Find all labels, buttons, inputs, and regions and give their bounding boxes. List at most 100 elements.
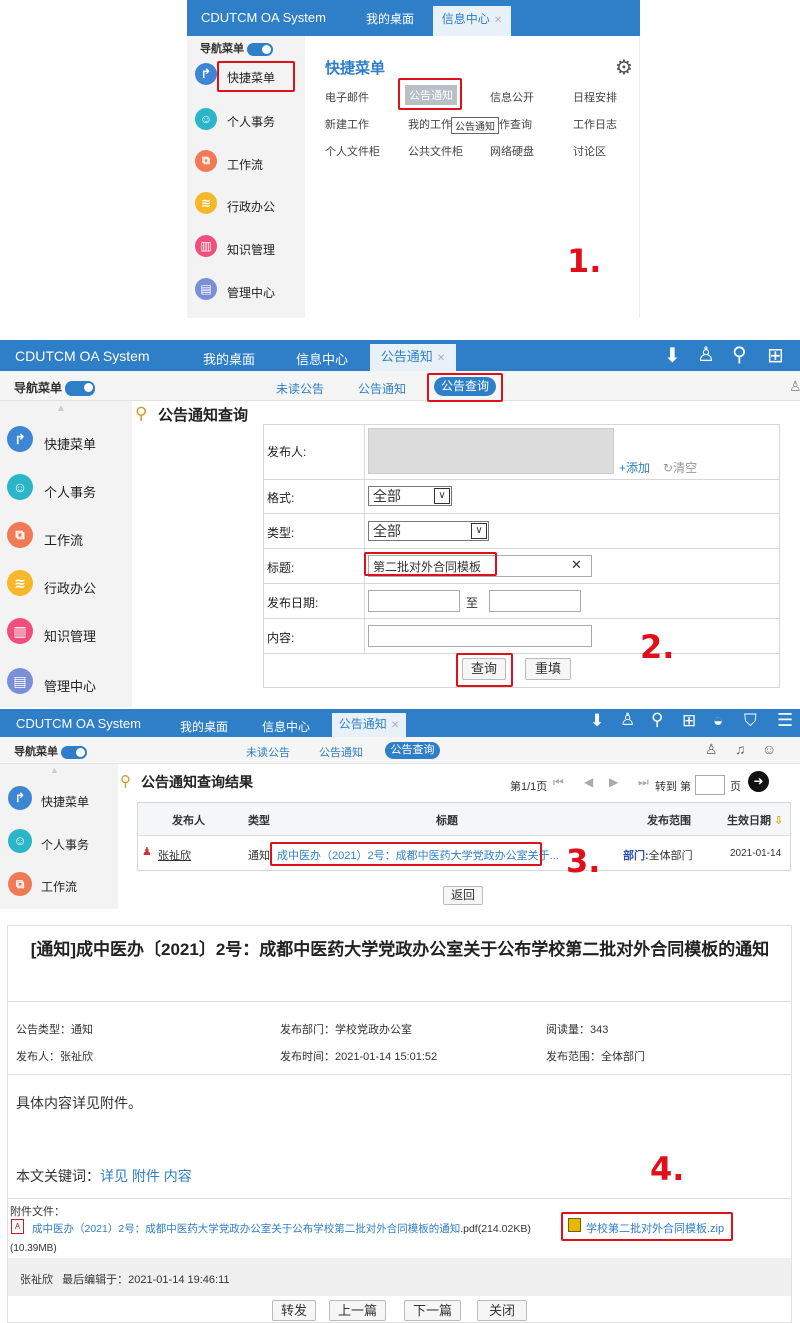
subtab-unread[interactable]: 未读公告 — [246, 744, 290, 760]
sidebar-item-personal[interactable]: 个人事务 — [227, 113, 275, 130]
quick-link[interactable]: 我的工作 — [408, 116, 452, 132]
next-page-icon[interactable]: ▶ — [609, 775, 618, 789]
publisher-box[interactable] — [368, 428, 614, 474]
apps-icon[interactable]: ⊞ — [682, 711, 696, 731]
subtab-query[interactable]: 公告查询 — [385, 742, 440, 759]
divider — [263, 513, 780, 514]
quick-link[interactable]: 信息公开 — [490, 89, 534, 105]
user-icon[interactable]: ♙ — [697, 342, 715, 367]
menu-icon[interactable]: ☰ — [777, 710, 793, 731]
p1-tab-desktop[interactable]: 我的桌面 — [360, 10, 420, 27]
sidebar-item-manage[interactable]: 管理中心 — [44, 676, 96, 695]
content-input[interactable] — [368, 625, 592, 647]
quick-link[interactable]: 讨论区 — [573, 143, 606, 159]
quick-link[interactable]: 日程安排 — [573, 89, 617, 105]
format-select[interactable]: 全部 ∨ — [368, 486, 452, 506]
contacts-icon[interactable]: ♙ — [705, 741, 718, 758]
collapse-arrow-icon[interactable]: ▲ — [56, 403, 66, 414]
skin-icon[interactable]: ◒ — [713, 711, 723, 731]
search-icon[interactable]: ⚲ — [732, 342, 747, 367]
sidebar-item-admin[interactable]: 行政办公 — [227, 198, 275, 215]
bell-icon[interactable]: ♫ — [735, 741, 746, 757]
back-button[interactable]: 返回 — [443, 886, 483, 905]
magnifier-icon: ⚲ — [120, 773, 131, 790]
p3-tab-desktop[interactable]: 我的桌面 — [172, 718, 236, 735]
sidebar-item-knowledge[interactable]: 知识管理 — [44, 626, 96, 645]
first-page-icon[interactable]: ⏮ — [553, 775, 564, 790]
close-icon[interactable]: ✕ — [437, 353, 445, 364]
p3-tab-info[interactable]: 信息中心 — [254, 718, 318, 735]
doc-body: 具体内容详见附件。 — [16, 1095, 142, 1111]
close-icon[interactable]: ✕ — [494, 15, 502, 26]
p3-nav-toggle[interactable]: 导航菜单 — [14, 743, 88, 759]
sidebar-item-workflow[interactable]: 工作流 — [41, 878, 77, 895]
date-from-input[interactable] — [368, 590, 460, 612]
workflow-icon: ⧉ — [7, 522, 33, 548]
date-to-input[interactable] — [489, 590, 581, 612]
p2-nav-toggle[interactable]: 导航菜单 — [14, 379, 96, 397]
sidebar-item-quick[interactable]: 快捷菜单 — [41, 793, 89, 810]
next-button[interactable]: 下一篇 — [404, 1300, 461, 1321]
sidebar-item-personal[interactable]: 个人事务 — [44, 482, 96, 501]
p2-tab-notice[interactable]: 公告通知 ✕ — [370, 344, 456, 371]
clear-input-icon[interactable]: ✕ — [571, 557, 582, 573]
col-date[interactable]: 生效日期 ⇩ — [727, 812, 783, 828]
download-icon[interactable]: ⬇ — [664, 343, 681, 368]
quick-link[interactable]: 工作日志 — [573, 116, 617, 132]
attach-pdf-link[interactable]: 成中医办（2021）2号：成都中医药大学党政办公室关于公布学校第二批对外合同模板… — [32, 1221, 531, 1236]
last-page-icon[interactable]: ⏭ — [638, 775, 649, 790]
toggle-switch[interactable] — [61, 745, 88, 759]
row-publisher[interactable]: 张祉欣 — [158, 847, 191, 863]
user-outline-icon[interactable]: ♙ — [789, 378, 800, 395]
p1-nav-toggle[interactable]: 导航菜单 — [200, 40, 274, 56]
prev-button[interactable]: 上一篇 — [329, 1300, 386, 1321]
pager-text: 第1/1页 — [510, 781, 548, 793]
close-button[interactable]: 关闭 — [477, 1300, 527, 1321]
quick-link[interactable]: 公共文件柜 — [408, 143, 463, 159]
sidebar-item-knowledge[interactable]: 知识管理 — [227, 241, 275, 258]
user-icon[interactable]: ♙ — [620, 710, 635, 730]
collapse-arrow-icon[interactable]: ▲ — [50, 765, 59, 775]
sidebar-item-workflow[interactable]: 工作流 — [227, 156, 263, 173]
type-select[interactable]: 全部 ∨ — [368, 521, 489, 541]
p2-tab-info[interactable]: 信息中心 — [287, 349, 357, 368]
p1-tab-info[interactable]: 信息中心 ✕ — [433, 6, 511, 36]
chat-icon[interactable]: ☺ — [762, 741, 776, 757]
quick-link[interactable]: 个人文件柜 — [325, 143, 380, 159]
sidebar-item-quick[interactable]: 快捷菜单 — [44, 434, 96, 453]
content-label: 内容: — [267, 631, 295, 645]
prev-page-icon[interactable]: ◀ — [584, 775, 593, 789]
add-link[interactable]: +添加 — [619, 459, 650, 476]
goto-page-input[interactable] — [695, 775, 725, 795]
shirt-icon[interactable]: ⛉ — [744, 711, 757, 731]
sidebar-item-workflow[interactable]: 工作流 — [44, 530, 83, 549]
toggle-switch[interactable] — [65, 381, 96, 397]
sidebar-item-manage[interactable]: 管理中心 — [227, 284, 275, 301]
quick-link[interactable]: 作查询 — [499, 116, 532, 132]
quick-link[interactable]: 新建工作 — [325, 116, 369, 132]
sidebar-item-admin[interactable]: 行政办公 — [44, 578, 96, 597]
go-arrow-icon[interactable]: ➜ — [748, 771, 769, 792]
search-icon[interactable]: ⚲ — [651, 710, 663, 730]
keywords-links[interactable]: 详见 附件 内容 — [100, 1168, 192, 1184]
p3-tab-notice[interactable]: 公告通知 ✕ — [332, 713, 406, 737]
reset-button[interactable]: 重填 — [525, 658, 571, 680]
clear-link[interactable]: ↻清空 — [663, 459, 697, 476]
subtab-unread[interactable]: 未读公告 — [276, 380, 324, 397]
p2-tab-desktop[interactable]: 我的桌面 — [194, 349, 264, 368]
divider — [263, 618, 780, 619]
subtab-notice[interactable]: 公告通知 — [319, 744, 363, 760]
gear-icon[interactable]: ⚙ — [615, 55, 633, 80]
download-icon[interactable]: ⬇ — [590, 711, 604, 731]
subtab-notice[interactable]: 公告通知 — [358, 380, 406, 397]
quick-link[interactable]: 电子邮件 — [325, 89, 369, 105]
quick-link[interactable]: 网络硬盘 — [490, 143, 534, 159]
forward-button[interactable]: 转发 — [272, 1300, 316, 1321]
close-icon[interactable]: ✕ — [391, 720, 399, 731]
toggle-switch[interactable] — [247, 42, 274, 56]
apps-icon[interactable]: ⊞ — [767, 343, 784, 368]
nav-toggle-label: 导航菜单 — [200, 43, 244, 55]
sidebar-item-personal[interactable]: 个人事务 — [41, 836, 89, 853]
panel-1: CDUTCM OA System 我的桌面 信息中心 ✕ 导航菜单 ↱ 快捷菜单 … — [187, 0, 640, 318]
meta-type: 公告类型：通知 — [16, 1024, 93, 1036]
